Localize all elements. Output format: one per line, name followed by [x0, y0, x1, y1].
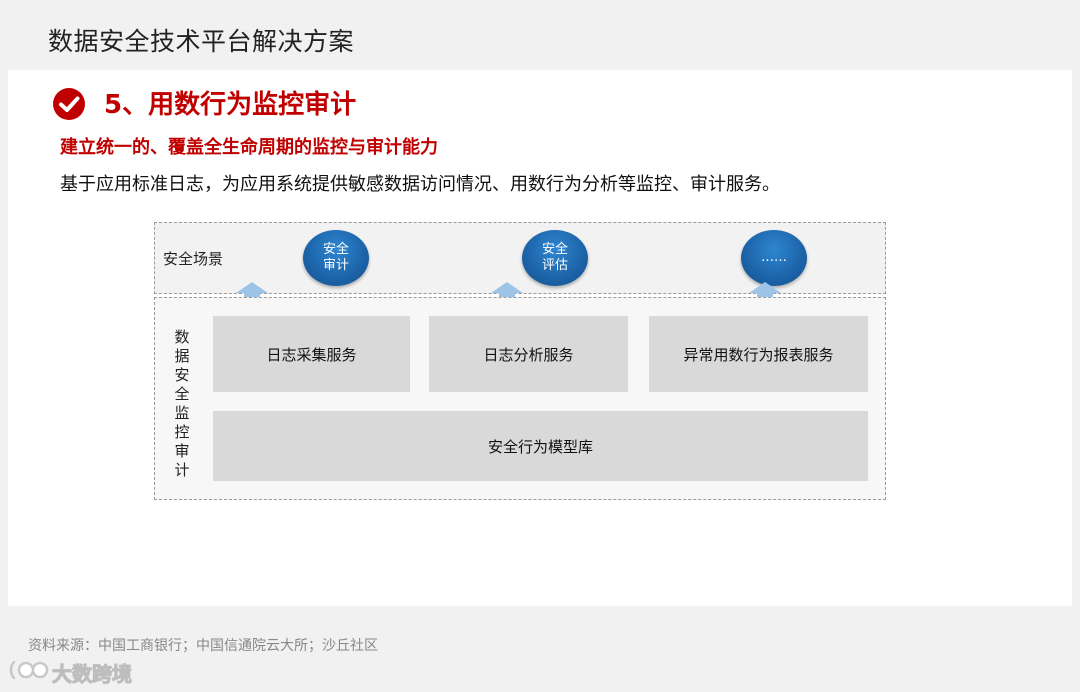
- scene-circle-assessment: 安全评估: [522, 230, 588, 286]
- service-label: 日志分析服务: [483, 345, 574, 364]
- service-anomaly-report: 异常用数行为报表服务: [649, 316, 868, 392]
- model-library-label: 安全行为模型库: [487, 437, 593, 456]
- model-library: 安全行为模型库: [213, 411, 868, 481]
- service-label: 日志采集服务: [266, 345, 357, 364]
- section-subtitle: 建立统一的、覆盖全生命周期的监控与审计能力: [60, 137, 438, 158]
- section-description: 基于应用标准日志，为应用系统提供敏感数据访问情况、用数行为分析等监控、审计服务。: [60, 174, 780, 195]
- source-note: 资料来源：中国工商银行；中国信通院云大所；沙丘社区: [28, 638, 378, 654]
- scene-circle-label: ……: [761, 250, 787, 265]
- service-log-collection: 日志采集服务: [213, 316, 410, 392]
- header-bar: 数据安全技术平台解决方案: [0, 0, 1080, 70]
- section-title: 5、用数行为监控审计: [104, 90, 357, 120]
- content-panel: 5、用数行为监控审计 建立统一的、覆盖全生命周期的监控与审计能力 基于应用标准日…: [8, 70, 1072, 606]
- page-title: 数据安全技术平台解决方案: [48, 27, 355, 56]
- check-circle-icon: [53, 88, 85, 120]
- scene-circle-label: 安全评估: [541, 242, 568, 273]
- service-label: 异常用数行为报表服务: [683, 345, 834, 364]
- watermark-logo-icon: [9, 660, 49, 680]
- service-log-analysis: 日志分析服务: [429, 316, 628, 392]
- monitoring-audit-box: 数据安全监控审计 日志采集服务 日志分析服务 异常用数行为报表服务 安全行为模型…: [154, 297, 886, 500]
- layer-label: 数据安全监控审计: [174, 328, 190, 479]
- scene-label: 安全场景: [163, 250, 224, 268]
- watermark-text: 大数跨境: [52, 662, 133, 687]
- scene-circle-audit: 安全审计: [303, 230, 369, 286]
- scene-circle-more: ……: [741, 230, 807, 286]
- scene-circle-label: 安全审计: [322, 242, 349, 273]
